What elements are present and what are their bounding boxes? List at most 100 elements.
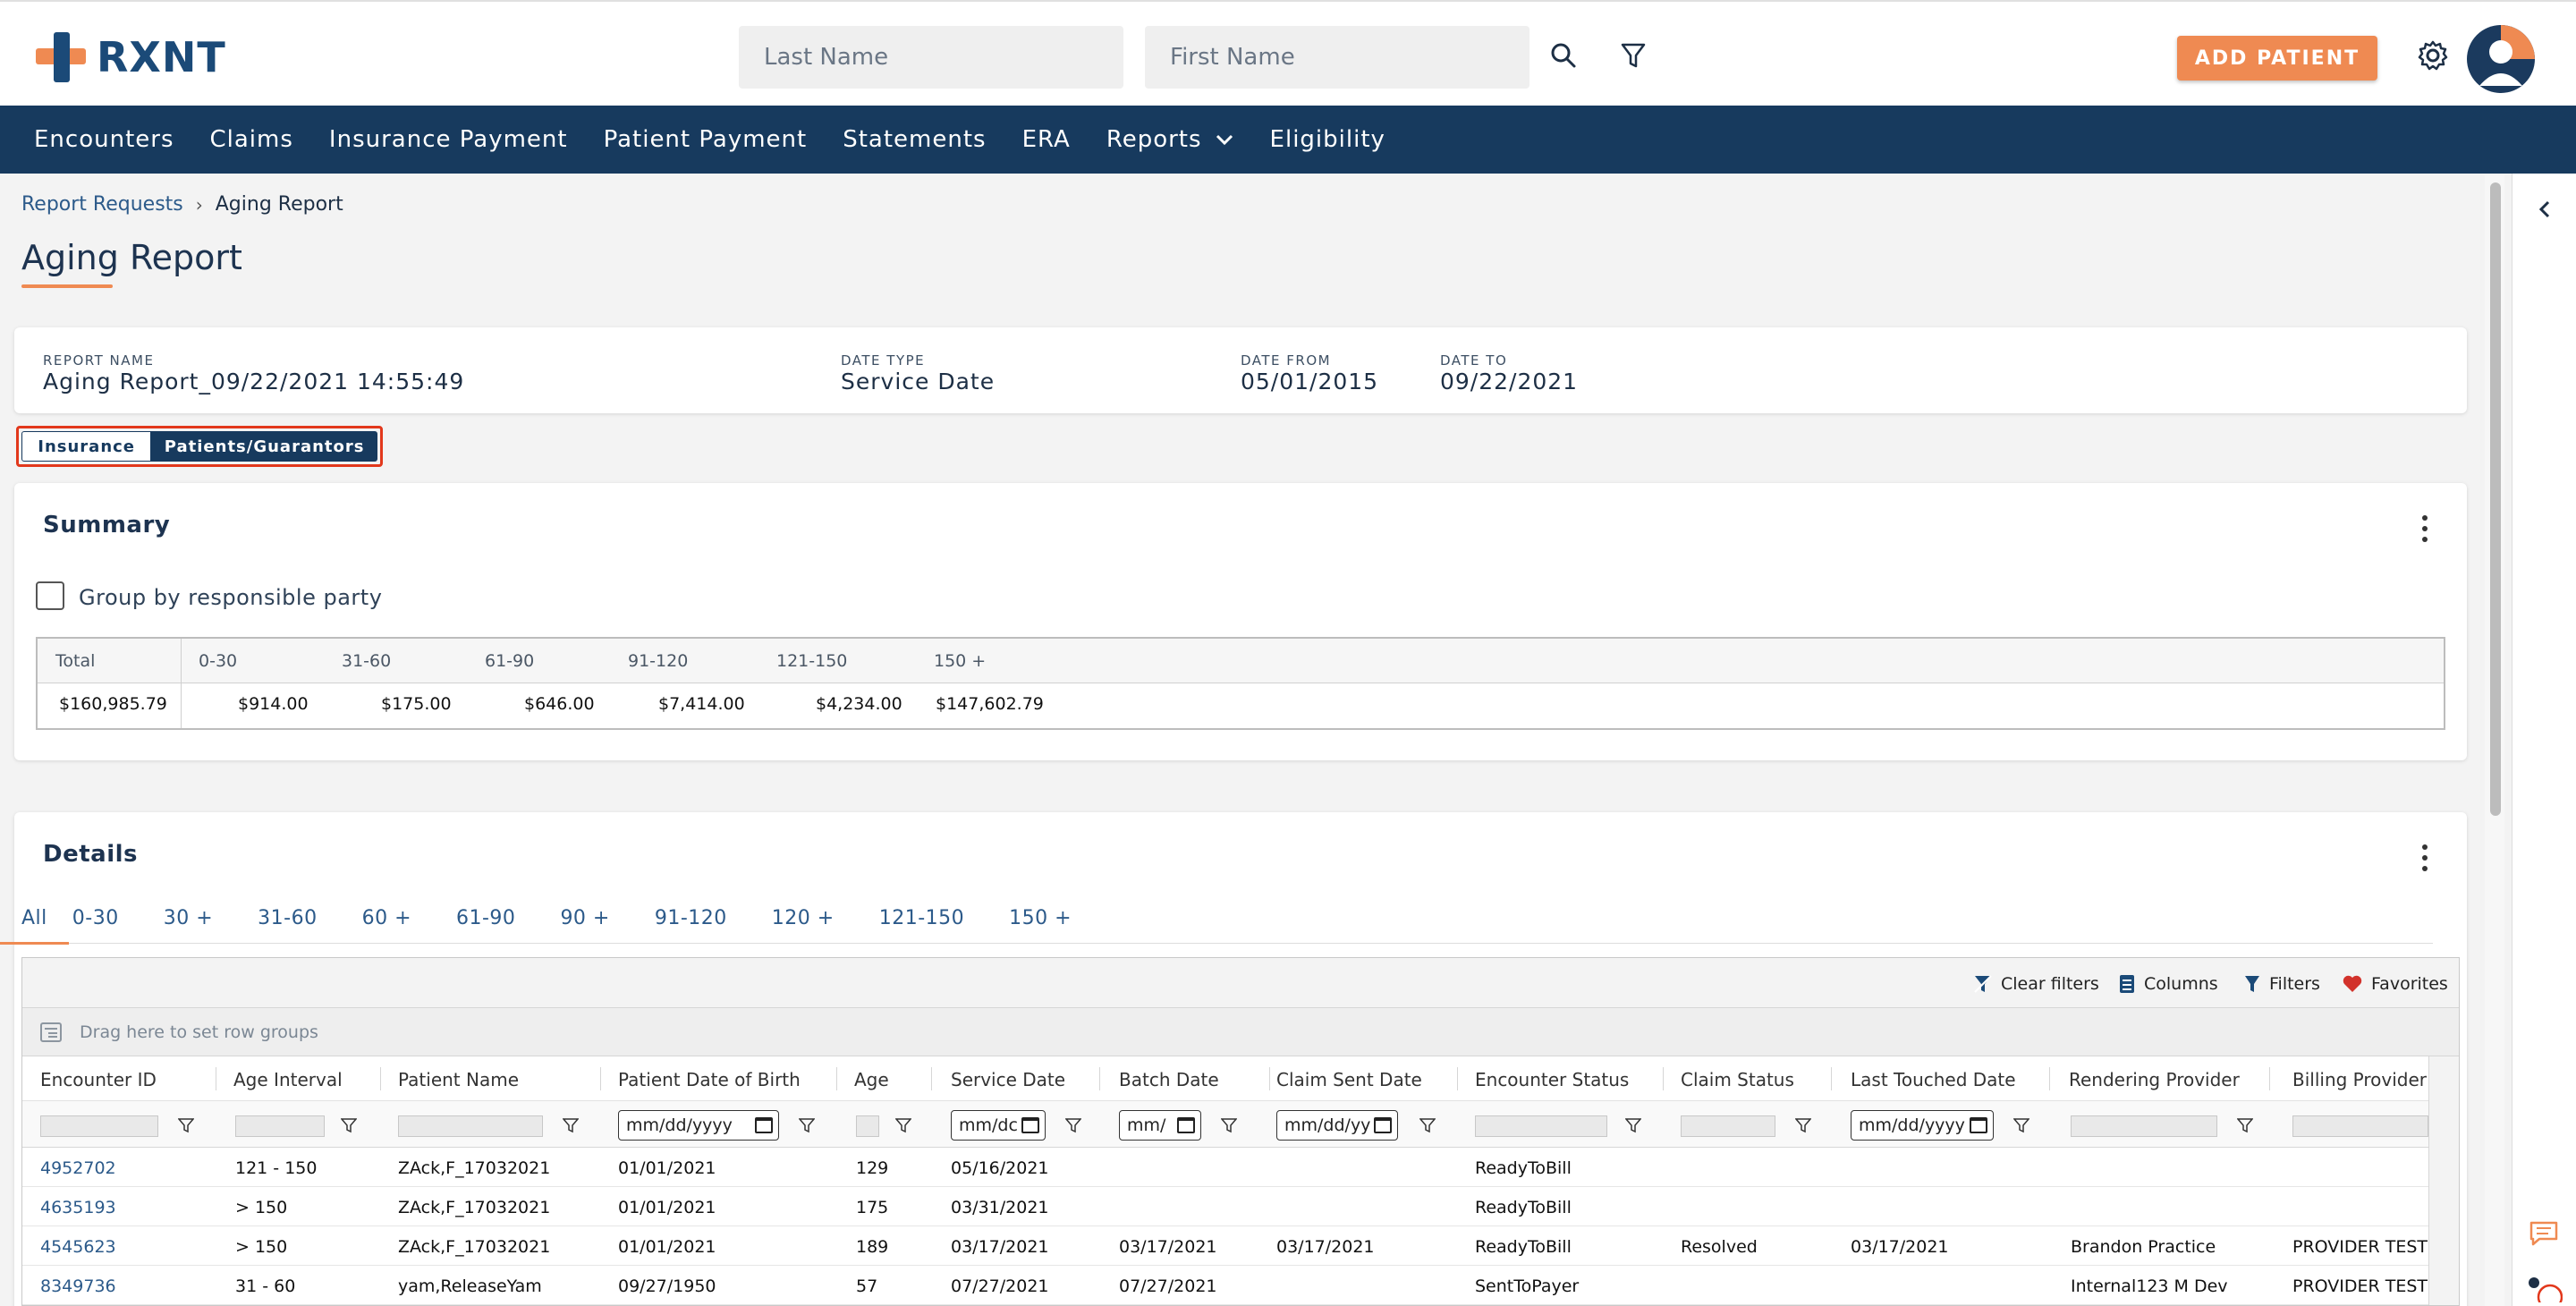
filter-encounter-id[interactable] <box>40 1115 158 1137</box>
insurance-toggle-button[interactable]: Insurance <box>21 431 152 462</box>
filter-batch-date[interactable]: mm/ <box>1119 1110 1201 1141</box>
filter-icon[interactable] <box>2013 1117 2029 1133</box>
filter-icon[interactable] <box>895 1117 911 1133</box>
col-separator[interactable] <box>1457 1067 1458 1090</box>
table-row[interactable]: 8349736 31 - 60 yam,ReleaseYam 09/27/195… <box>22 1266 2428 1305</box>
rxnt-logo[interactable]: RXNT <box>34 29 226 86</box>
cell-encounter-id[interactable]: 8349736 <box>40 1276 116 1296</box>
table-row[interactable]: 4545623 > 150 ZAck,F_17032021 01/01/2021… <box>22 1226 2428 1266</box>
tab-91-120[interactable]: 91-120 <box>655 902 727 929</box>
filter-icon[interactable] <box>563 1117 579 1133</box>
filter-claim-status[interactable] <box>1681 1115 1775 1137</box>
nav-encounters[interactable]: Encounters <box>34 126 174 153</box>
last-name-input[interactable] <box>739 26 1123 89</box>
calendar-icon[interactable] <box>755 1117 773 1133</box>
summary-more-icon[interactable] <box>2420 515 2429 542</box>
filter-claim-sent-date[interactable]: mm/dd/yy <box>1276 1110 1398 1141</box>
cell-encounter-id[interactable]: 4545623 <box>40 1237 116 1257</box>
col-claim-status[interactable]: Claim Status <box>1681 1069 1794 1090</box>
col-encounter-id[interactable]: Encounter ID <box>40 1069 157 1090</box>
columns-button[interactable]: Columns <box>2119 974 2218 994</box>
search-icon[interactable] <box>1546 38 1581 73</box>
filter-last-touched-date[interactable]: mm/dd/yyyy <box>1851 1110 1994 1141</box>
col-separator[interactable] <box>1099 1067 1100 1090</box>
row-group-drop-zone[interactable]: Drag here to set row groups <box>22 1008 2459 1056</box>
filter-icon[interactable] <box>178 1117 194 1133</box>
col-separator[interactable] <box>1831 1067 1832 1090</box>
nav-patient-payment[interactable]: Patient Payment <box>604 126 808 153</box>
calendar-icon[interactable] <box>1970 1117 1987 1133</box>
patients-guarantors-toggle-button[interactable]: Patients/Guarantors <box>151 431 377 462</box>
filter-age[interactable] <box>856 1115 879 1137</box>
col-separator[interactable] <box>1663 1067 1664 1090</box>
col-separator[interactable] <box>836 1067 837 1090</box>
nav-reports[interactable]: Reports <box>1106 126 1234 153</box>
details-more-icon[interactable] <box>2420 844 2429 871</box>
tab-30-plus[interactable]: 30 + <box>164 902 213 929</box>
calendar-icon[interactable] <box>1374 1117 1392 1133</box>
filter-icon[interactable] <box>1065 1117 1081 1133</box>
col-separator[interactable] <box>1269 1067 1270 1090</box>
breadcrumb-report-requests[interactable]: Report Requests <box>21 193 183 216</box>
tab-120-plus[interactable]: 120 + <box>772 902 835 929</box>
col-service-date[interactable]: Service Date <box>951 1069 1065 1090</box>
filter-icon[interactable] <box>1221 1117 1237 1133</box>
filters-button[interactable]: Filters <box>2244 974 2320 994</box>
calendar-icon[interactable] <box>1021 1117 1039 1133</box>
table-row[interactable]: 4635193 > 150 ZAck,F_17032021 01/01/2021… <box>22 1187 2428 1226</box>
col-encounter-status[interactable]: Encounter Status <box>1475 1069 1629 1090</box>
filter-encounter-status[interactable] <box>1475 1115 1607 1137</box>
group-by-checkbox[interactable] <box>36 581 64 610</box>
col-billing-provider[interactable]: Billing Provider <box>2292 1069 2427 1090</box>
filter-billing-provider[interactable] <box>2292 1115 2428 1137</box>
table-row[interactable]: 4952702 121 - 150 ZAck,F_17032021 01/01/… <box>22 1148 2428 1187</box>
filter-icon[interactable] <box>2237 1117 2253 1133</box>
filter-icon[interactable] <box>1615 38 1651 73</box>
nav-era[interactable]: ERA <box>1022 126 1071 153</box>
first-name-input[interactable] <box>1145 26 1530 89</box>
col-patient-dob[interactable]: Patient Date of Birth <box>618 1069 801 1090</box>
col-separator[interactable] <box>380 1067 381 1090</box>
filter-service-date[interactable]: mm/dc <box>951 1110 1046 1141</box>
page-scrollbar-thumb[interactable] <box>2490 182 2501 816</box>
col-last-touched-date[interactable]: Last Touched Date <box>1851 1069 2016 1090</box>
col-separator[interactable] <box>931 1067 932 1090</box>
filter-dob-date[interactable]: mm/dd/yyyy <box>618 1110 779 1141</box>
tab-60-plus[interactable]: 60 + <box>362 902 411 929</box>
nav-insurance-payment[interactable]: Insurance Payment <box>329 126 568 153</box>
help-icon[interactable] <box>2527 1276 2563 1302</box>
chevron-left-icon[interactable] <box>2536 199 2554 220</box>
gear-icon[interactable] <box>2415 38 2451 73</box>
filter-icon[interactable] <box>341 1117 357 1133</box>
filter-rendering-provider[interactable] <box>2071 1115 2217 1137</box>
tab-150-plus[interactable]: 150 + <box>1009 902 1072 929</box>
col-age[interactable]: Age <box>854 1069 889 1090</box>
cell-encounter-id[interactable]: 4635193 <box>40 1198 116 1217</box>
filter-age-interval[interactable] <box>235 1115 325 1137</box>
filter-icon[interactable] <box>799 1117 815 1133</box>
calendar-icon[interactable] <box>1177 1117 1195 1133</box>
tab-0-30[interactable]: 0-30 <box>72 902 119 929</box>
col-batch-date[interactable]: Batch Date <box>1119 1069 1219 1090</box>
filter-icon[interactable] <box>1625 1117 1641 1133</box>
tab-31-60[interactable]: 31-60 <box>258 902 317 929</box>
clear-filters-button[interactable]: Clear filters <box>1974 974 2099 994</box>
filter-icon[interactable] <box>1795 1117 1811 1133</box>
nav-statements[interactable]: Statements <box>843 126 986 153</box>
grid-vertical-scrollbar[interactable] <box>2428 1056 2459 1305</box>
add-patient-button[interactable]: ADD PATIENT <box>2177 36 2377 81</box>
cell-encounter-id[interactable]: 4952702 <box>40 1158 116 1178</box>
col-claim-sent-date[interactable]: Claim Sent Date <box>1276 1069 1422 1090</box>
nav-eligibility[interactable]: Eligibility <box>1270 126 1385 153</box>
col-age-interval[interactable]: Age Interval <box>233 1069 343 1090</box>
chat-icon[interactable] <box>2529 1220 2559 1247</box>
nav-claims[interactable]: Claims <box>210 126 293 153</box>
col-separator[interactable] <box>2049 1067 2050 1090</box>
favorites-button[interactable]: Favorites <box>2343 974 2448 994</box>
col-separator[interactable] <box>2269 1067 2270 1090</box>
tab-90-plus[interactable]: 90 + <box>560 902 609 929</box>
col-rendering-provider[interactable]: Rendering Provider <box>2069 1069 2240 1090</box>
tab-121-150[interactable]: 121-150 <box>879 902 964 929</box>
filter-patient-name[interactable] <box>398 1115 543 1137</box>
col-separator[interactable] <box>600 1067 601 1090</box>
